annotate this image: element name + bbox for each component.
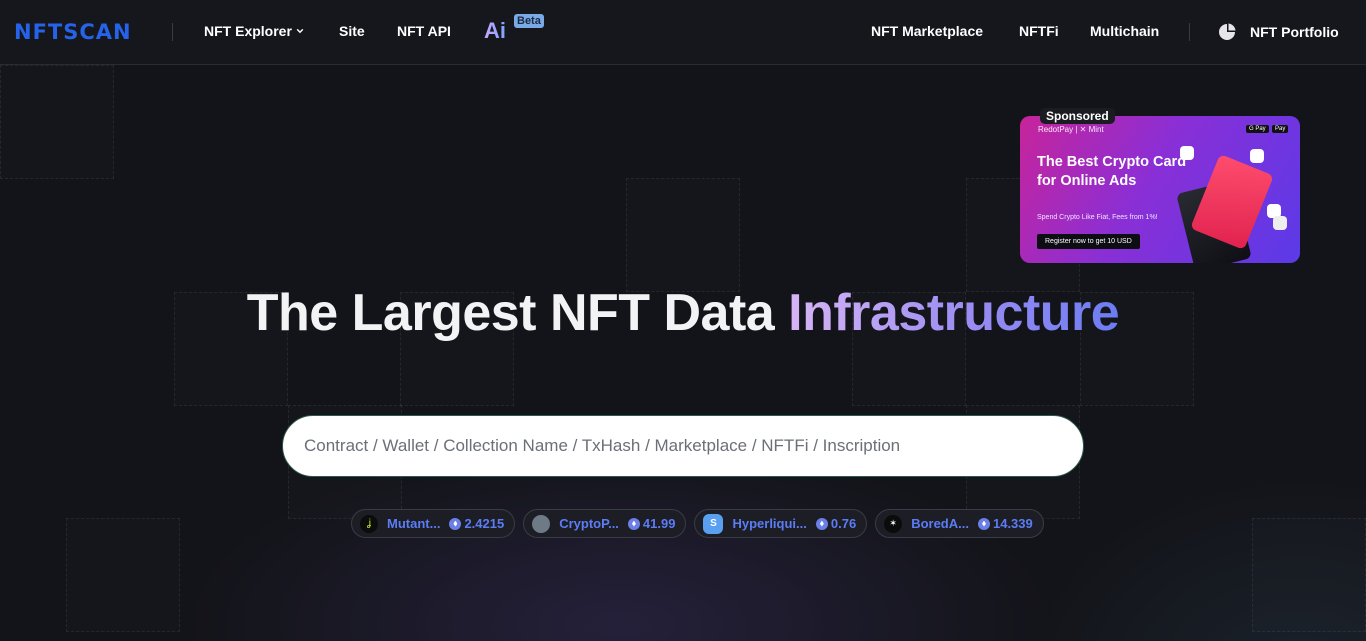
trending-chip-name: BoredA...: [911, 516, 969, 531]
beta-badge: Beta: [514, 14, 544, 28]
nav-multichain[interactable]: Multichain: [1090, 23, 1159, 39]
sponsored-ad-banner[interactable]: RedotPay | ✕ Mint G Pay Pay The Best Cry…: [1020, 116, 1300, 263]
ad-subtitle: Spend Crypto Like Fiat, Fees from 1%!: [1037, 214, 1158, 221]
trending-chip[interactable]: S Hyperliqui... 0.76: [694, 509, 868, 538]
nav-nft-marketplace-label: NFT Marketplace: [871, 23, 984, 39]
trending-chip-name: Hyperliqui...: [732, 516, 807, 531]
nav-nft-marketplace[interactable]: NFT Marketplace: [871, 23, 983, 39]
trending-chip-value: 0.76: [830, 516, 857, 531]
nav-ai[interactable]: Ai: [484, 18, 506, 44]
nav-ai-label: Ai: [484, 18, 506, 43]
nav-nft-explorer-label: NFT Explorer: [204, 23, 292, 39]
hero-title: The Largest NFT Data Infrastructure: [0, 283, 1366, 343]
chevron-down-icon: [296, 28, 304, 34]
trending-chip-value: 2.4215: [464, 516, 505, 531]
eth-icon: [977, 517, 990, 530]
trending-chip-value: 14.339: [992, 516, 1033, 531]
trending-chip[interactable]: CryptoP... 41.99: [523, 509, 687, 538]
trending-chip[interactable]: ✶ BoredA... 14.339: [875, 509, 1044, 538]
trending-chip-value: 41.99: [642, 516, 676, 531]
pie-chart-icon: [1219, 23, 1236, 40]
nav-nft-explorer[interactable]: NFT Explorer: [204, 23, 304, 39]
eth-icon: [815, 517, 828, 530]
nav-nft-api[interactable]: NFT API: [397, 23, 451, 39]
x-bubble-icon: [1273, 216, 1287, 230]
trending-chip[interactable]: ʝ Mutant... 2.4215: [351, 509, 516, 538]
nav-divider: [172, 23, 173, 41]
nav-divider-right: [1189, 23, 1190, 41]
logo-text: NFTSCAN: [14, 20, 132, 44]
search-input[interactable]: [304, 436, 1064, 456]
nav-nft-api-label: NFT API: [397, 23, 451, 39]
eth-icon: [627, 517, 640, 530]
trending-chip-name: CryptoP...: [559, 516, 619, 531]
app-bubble-icon: [1250, 149, 1264, 163]
nftscan-logo[interactable]: NFTSCAN: [14, 20, 132, 44]
ad-title: The Best Crypto Card for Online Ads: [1037, 154, 1187, 189]
nav-nft-portfolio-label: NFT Portfolio: [1250, 24, 1339, 40]
nav-nftfi[interactable]: NFTFi: [1019, 23, 1059, 39]
hero-title-highlight: Infrastructure: [788, 284, 1120, 342]
nav-nftfi-label: NFTFi: [1019, 23, 1059, 39]
top-navbar: NFTSCAN NFT Explorer Site NFT API Ai Bet…: [0, 0, 1366, 65]
nav-site[interactable]: Site: [339, 23, 365, 39]
nav-multichain-label: Multichain: [1090, 23, 1160, 39]
mutant-ape-avatar-icon: ʝ: [360, 514, 378, 533]
trending-collections: ʝ Mutant... 2.4215 CryptoP... 41.99 S Hy…: [351, 509, 1044, 538]
ad-register-button[interactable]: Register now to get 10 USD: [1037, 234, 1140, 249]
sponsored-badge: Sponsored: [1040, 108, 1115, 124]
search-box[interactable]: [282, 415, 1084, 477]
apple-pay-badge: Pay: [1272, 125, 1289, 133]
nav-site-label: Site: [339, 23, 365, 39]
ad-brand: RedotPay | ✕ Mint: [1038, 125, 1104, 134]
hyperliquid-avatar-icon: S: [703, 513, 724, 534]
google-pay-badge: G Pay: [1246, 125, 1269, 133]
nav-nft-portfolio[interactable]: NFT Portfolio: [1218, 23, 1339, 41]
hero-title-main: The Largest NFT Data: [246, 284, 789, 342]
app-bubble-icon: [1180, 146, 1194, 160]
eth-icon: [449, 517, 462, 530]
cryptopunk-avatar-icon: [532, 514, 551, 533]
bored-ape-avatar-icon: ✶: [884, 514, 903, 533]
trending-chip-name: Mutant...: [387, 516, 441, 531]
